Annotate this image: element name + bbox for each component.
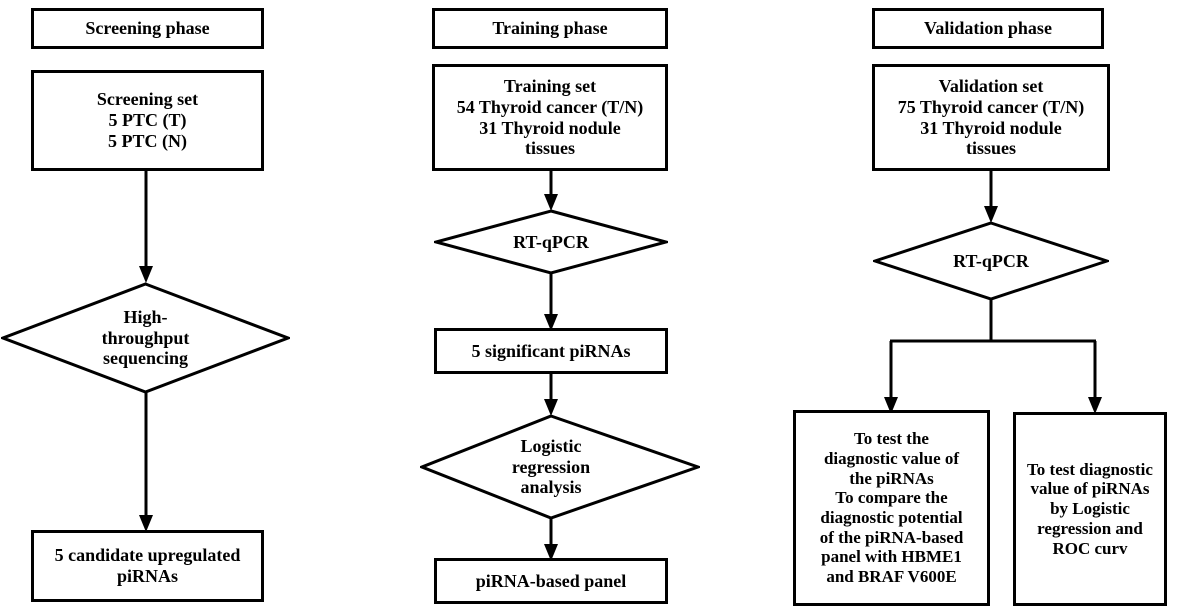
connector-validation-branch-split — [880, 299, 1110, 414]
pirna-based-panel-box: piRNA-based panel — [434, 558, 668, 604]
connector-rtqpcr-to-significant-pirnas — [536, 273, 566, 331]
training-rt-qpcr-label: RT-qPCR — [513, 231, 589, 252]
high-throughput-sequencing-diamond: High- throughput sequencing — [1, 282, 290, 394]
logistic-regression-analysis-diamond: Logistic regression analysis — [420, 414, 700, 520]
training-phase-header-box: Training phase — [432, 8, 668, 49]
screening-phase-header-box: Screening phase — [31, 8, 264, 49]
logistic-regression-analysis-label: Logistic regression analysis — [511, 435, 591, 498]
connector-sequencing-to-candidate — [131, 392, 161, 532]
flowchart-figure: Screening phase Screening set 5 PTC (T) … — [0, 0, 1200, 611]
validation-rt-qpcr-label: RT-qPCR — [953, 250, 1029, 271]
candidate-pirnas-box: 5 candidate upregulated piRNAs — [31, 530, 264, 602]
connector-validation-set-to-rtqpcr — [976, 171, 1006, 223]
validation-outcome-right-box: To test diagnostic value of piRNAs by Lo… — [1013, 412, 1167, 606]
validation-phase-header-box: Validation phase — [872, 8, 1104, 49]
training-set-box: Training set 54 Thyroid cancer (T/N) 31 … — [432, 64, 668, 171]
screening-set-box: Screening set 5 PTC (T) 5 PTC (N) — [31, 70, 264, 171]
high-throughput-sequencing-label: High- throughput sequencing — [101, 306, 190, 369]
validation-rt-qpcr-diamond: RT-qPCR — [873, 221, 1109, 301]
training-rt-qpcr-diamond: RT-qPCR — [434, 209, 668, 275]
significant-pirnas-box: 5 significant piRNAs — [434, 328, 668, 374]
connector-screening-set-to-sequencing — [131, 171, 161, 283]
validation-outcome-left-box: To test the diagnostic value of the piRN… — [793, 410, 990, 606]
validation-set-box: Validation set 75 Thyroid cancer (T/N) 3… — [872, 64, 1110, 171]
connector-training-set-to-rtqpcr — [536, 171, 566, 211]
connector-significant-pirnas-to-logistic — [536, 374, 566, 416]
connector-logistic-to-panel — [536, 517, 566, 561]
